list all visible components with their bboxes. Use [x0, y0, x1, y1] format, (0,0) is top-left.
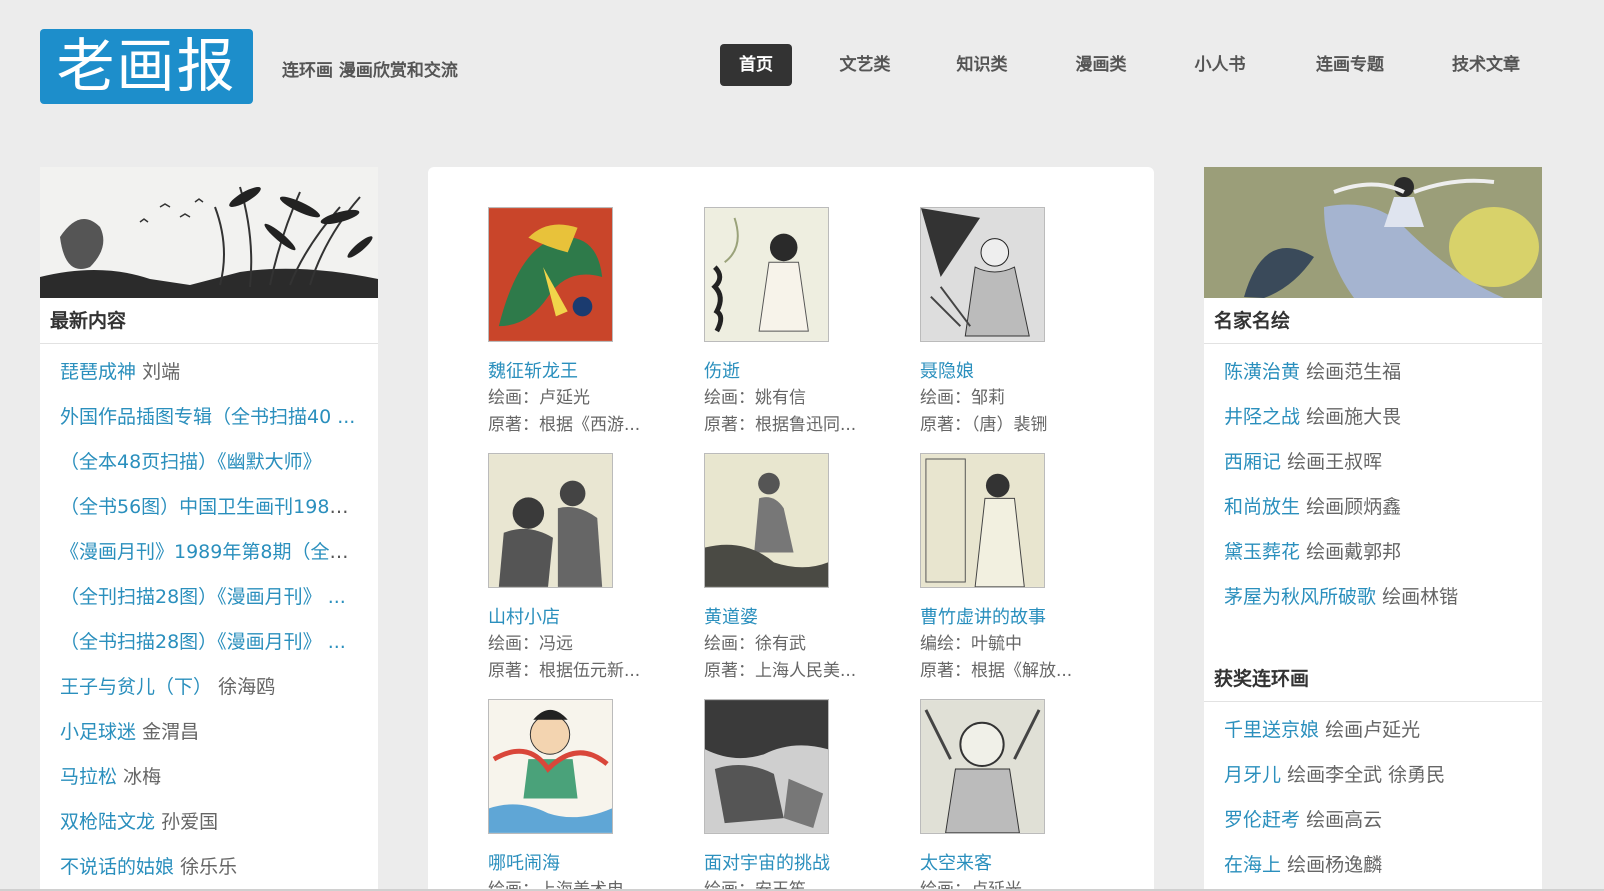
- book-cover-image[interactable]: [488, 453, 613, 588]
- book-artist: 绘画：邹莉: [920, 388, 1005, 408]
- book-cover-image[interactable]: [920, 699, 1045, 834]
- list-item[interactable]: 马拉松 冰梅: [40, 755, 378, 800]
- book-card[interactable]: 伤逝 绘画：姚有信 原著：根据鲁迅同...: [704, 207, 904, 439]
- book-cover-image[interactable]: [920, 207, 1045, 342]
- masters-list: 陈潢治黄 绘画范生福 井陉之战 绘画施大畏 西厢记 绘画王叔晖 和尚放生 绘画顾…: [1204, 344, 1542, 620]
- nav-comics[interactable]: 漫画类: [1061, 44, 1141, 86]
- book-source: 原著：（唐）裴铏: [920, 415, 1048, 435]
- awards-list: 千里送京娘 绘画卢延光 月牙儿 绘画李全武 徐勇民 罗伦赶考 绘画高云 在海上 …: [1204, 702, 1542, 888]
- book-title[interactable]: 魏征斩龙王: [488, 359, 688, 385]
- book-card[interactable]: 面对宇宙的挑战 绘画：安玉笙: [704, 699, 904, 891]
- nav-literature[interactable]: 文艺类: [825, 44, 905, 86]
- book-source: 原著：根据鲁迅同...: [704, 415, 857, 435]
- list-item[interactable]: 《漫画月刊》1989年第8期（全书...: [40, 530, 378, 575]
- list-item[interactable]: 罗伦赶考 绘画高云: [1204, 798, 1542, 843]
- book-title[interactable]: 太空来客: [920, 851, 1120, 877]
- book-source: 原著：上海人民美...: [704, 661, 857, 681]
- list-item[interactable]: 月牙儿 绘画李全武 徐勇民: [1204, 753, 1542, 798]
- book-cover-image[interactable]: [704, 699, 829, 834]
- flying-apsara-banner: [1204, 167, 1542, 298]
- list-item[interactable]: （全刊扫描28图）《漫画月刊》 ...: [40, 575, 378, 620]
- book-title[interactable]: 曹竹虚讲的故事: [920, 605, 1120, 631]
- book-cover-image[interactable]: [488, 699, 613, 834]
- list-item[interactable]: （全书扫描28图）《漫画月刊》 ...: [40, 620, 378, 665]
- list-item[interactable]: 和尚放生 绘画顾炳鑫: [1204, 485, 1542, 530]
- book-card[interactable]: 山村小店 绘画：冯远 原著：根据伍元新...: [488, 453, 688, 685]
- nav-home[interactable]: 首页: [720, 44, 792, 86]
- book-title[interactable]: 黄道婆: [704, 605, 904, 631]
- book-cover-image[interactable]: [704, 207, 829, 342]
- list-item[interactable]: 双枪陆文龙 孙爱国: [40, 800, 378, 845]
- list-item[interactable]: 不说话的姑娘 徐乐乐: [40, 845, 378, 890]
- book-title[interactable]: 面对宇宙的挑战: [704, 851, 904, 877]
- nav-topics[interactable]: 连画专题: [1302, 44, 1398, 86]
- nav-tech-articles[interactable]: 技术文章: [1438, 44, 1534, 86]
- book-card[interactable]: 聂隐娘 绘画：邹莉 原著：（唐）裴铏: [920, 207, 1120, 439]
- book-source: 原著：根据《解放...: [920, 661, 1073, 681]
- book-card[interactable]: 曹竹虚讲的故事 编绘：叶毓中 原著：根据《解放...: [920, 453, 1120, 685]
- list-item[interactable]: 茅屋为秋风所破歌 绘画林锴: [1204, 575, 1542, 620]
- book-source: 原著：根据《西游...: [488, 415, 641, 435]
- book-card[interactable]: 太空来客 绘画：卢延光: [920, 699, 1120, 891]
- list-item[interactable]: 在海上 绘画杨逸麟: [1204, 843, 1542, 888]
- book-card[interactable]: 哪吒闹海 绘画：上海美术电...: [488, 699, 688, 891]
- book-source: 原著：根据伍元新...: [488, 661, 641, 681]
- main-nav: 首页 文艺类 知识类 漫画类 小人书 连画专题 技术文章: [0, 44, 1604, 88]
- book-title[interactable]: 伤逝: [704, 359, 904, 385]
- list-item[interactable]: 王子与贫儿（下） 徐海鸥: [40, 665, 378, 710]
- ink-landscape-banner: [40, 167, 378, 298]
- nav-picture-books[interactable]: 小人书: [1180, 44, 1260, 86]
- book-artist: 编绘：叶毓中: [920, 634, 1022, 654]
- book-cover-image[interactable]: [920, 453, 1045, 588]
- list-item[interactable]: 琵琶成神 刘端: [40, 350, 378, 395]
- list-item[interactable]: （全书56图）中国卫生画刊1987 ...: [40, 485, 378, 530]
- list-item[interactable]: 外国作品插图专辑（全书扫描40 ...: [40, 395, 378, 440]
- list-item[interactable]: 井陉之战 绘画施大畏: [1204, 395, 1542, 440]
- book-grid: 魏征斩龙王 绘画：卢延光 原著：根据《西游... 伤逝 绘画：姚有信 原著：根据…: [428, 167, 1154, 891]
- list-item[interactable]: 千里送京娘 绘画卢延光: [1204, 708, 1542, 753]
- list-item[interactable]: 西厢记 绘画王叔晖: [1204, 440, 1542, 485]
- latest-panel: 最新内容 琵琶成神 刘端 外国作品插图专辑（全书扫描40 ... （全本48页扫…: [40, 167, 378, 891]
- book-card[interactable]: 黄道婆 绘画：徐有武 原著：上海人民美...: [704, 453, 904, 685]
- list-item[interactable]: （全本48页扫描）《幽默大师》: [40, 440, 378, 485]
- list-item[interactable]: 陈潢治黄 绘画范生福: [1204, 350, 1542, 395]
- list-item[interactable]: 黛玉葬花 绘画戴郭邦: [1204, 530, 1542, 575]
- latest-list: 琵琶成神 刘端 外国作品插图专辑（全书扫描40 ... （全本48页扫描）《幽默…: [40, 344, 378, 890]
- book-title[interactable]: 哪吒闹海: [488, 851, 688, 877]
- book-artist: 绘画：姚有信: [704, 388, 806, 408]
- book-artist: 绘画：卢延光: [488, 388, 590, 408]
- book-title[interactable]: 聂隐娘: [920, 359, 1120, 385]
- awards-title: 获奖连环画: [1204, 656, 1542, 702]
- featured-panel: 名家名绘 陈潢治黄 绘画范生福 井陉之战 绘画施大畏 西厢记 绘画王叔晖 和尚放…: [1204, 167, 1542, 891]
- book-cover-image[interactable]: [488, 207, 613, 342]
- masters-title: 名家名绘: [1204, 298, 1542, 344]
- book-card[interactable]: 魏征斩龙王 绘画：卢延光 原著：根据《西游...: [488, 207, 688, 439]
- book-cover-image[interactable]: [704, 453, 829, 588]
- list-item[interactable]: 小足球迷 金渭昌: [40, 710, 378, 755]
- book-title[interactable]: 山村小店: [488, 605, 688, 631]
- nav-knowledge[interactable]: 知识类: [942, 44, 1022, 86]
- latest-title: 最新内容: [40, 298, 378, 344]
- book-artist: 绘画：徐有武: [704, 634, 806, 654]
- book-artist: 绘画：冯远: [488, 634, 573, 654]
